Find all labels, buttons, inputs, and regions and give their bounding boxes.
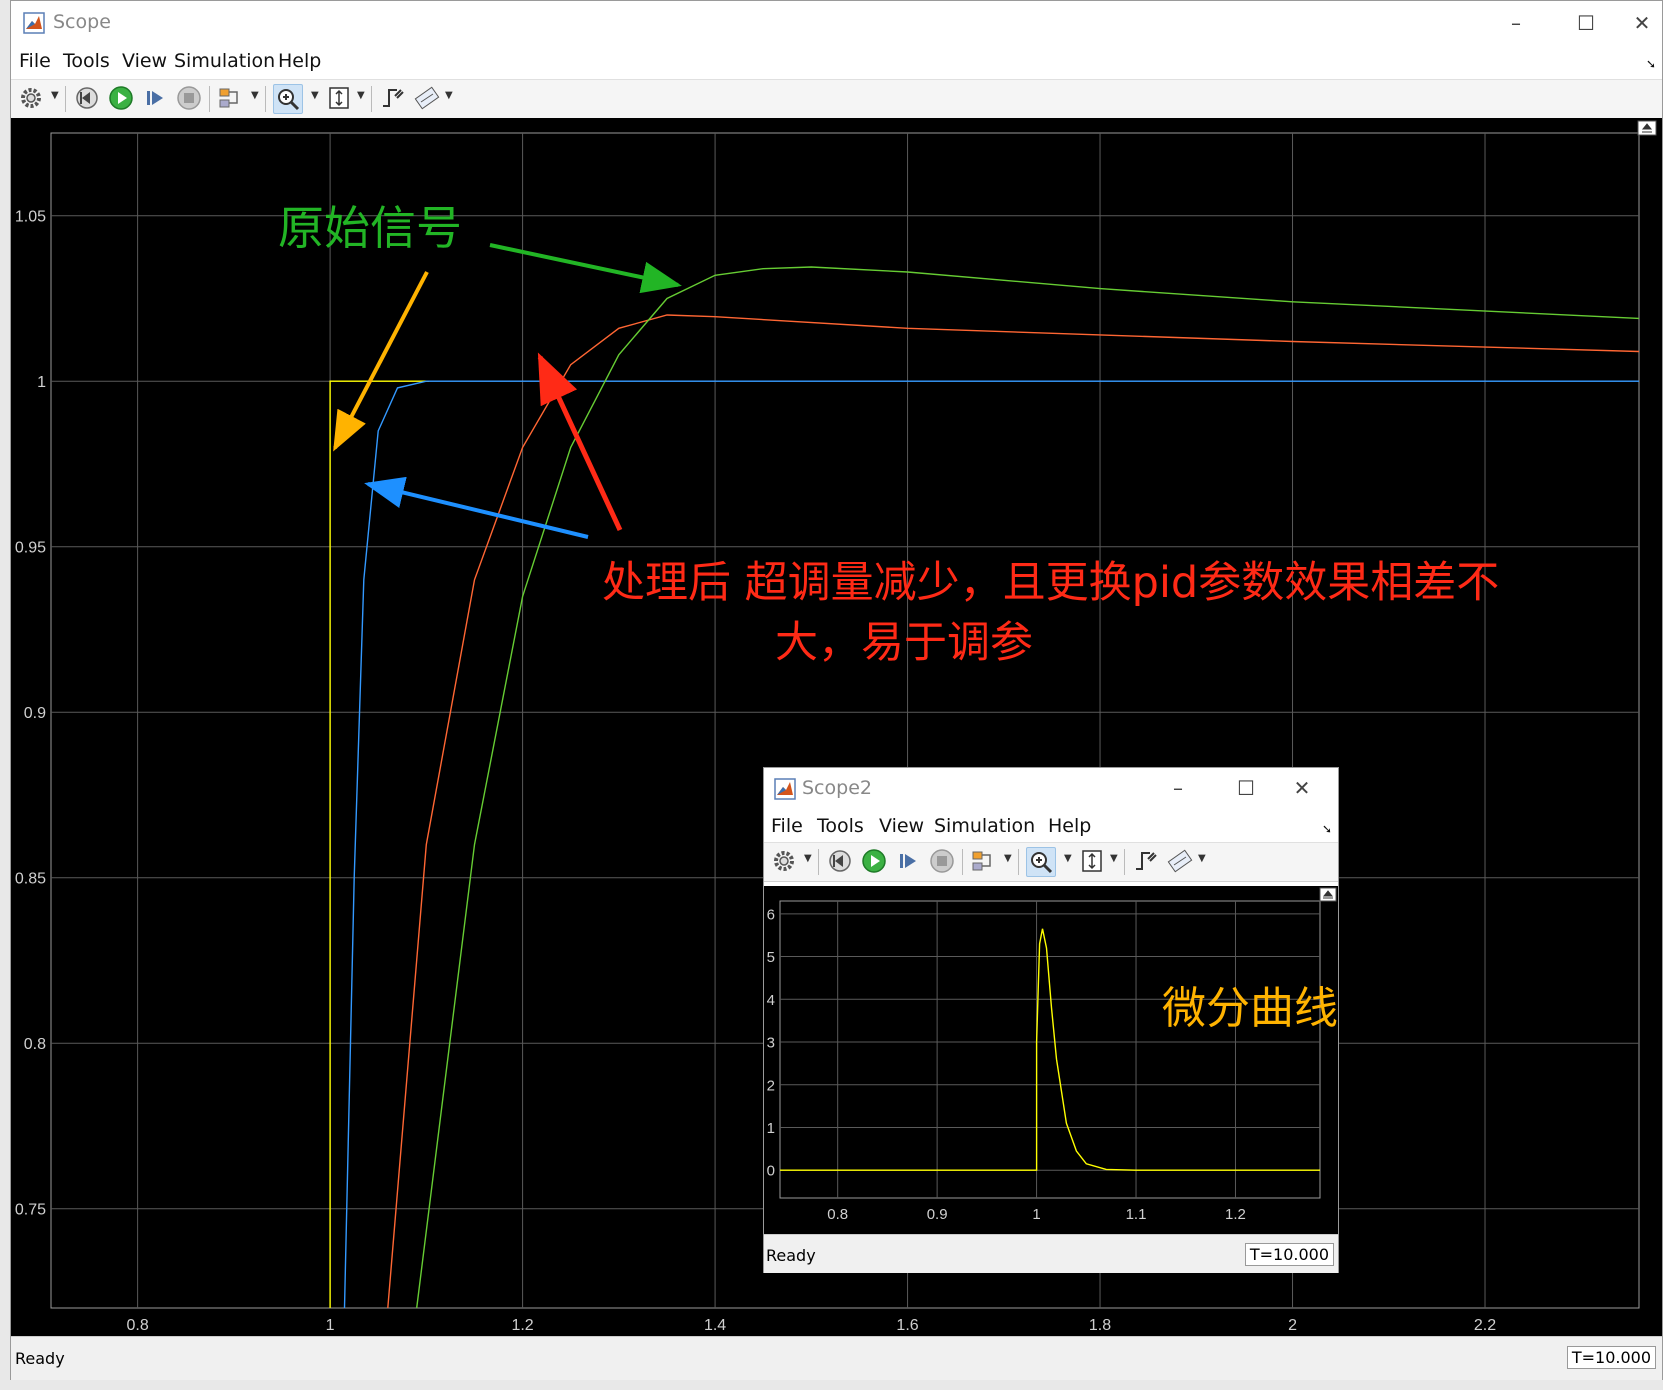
scope2-title: Scope2 bbox=[802, 777, 872, 799]
y-tick-label: 3 bbox=[767, 1035, 775, 1052]
scope2-menu-bar: File Tools View Simulation Help ➘ bbox=[764, 810, 1338, 842]
highlight-dropdown-icon[interactable]: ▼ bbox=[1004, 853, 1012, 864]
sim-time: T=10.000 bbox=[1244, 1243, 1334, 1266]
x-tick-label: 1.2 bbox=[1225, 1206, 1246, 1223]
highlight-block-icon[interactable] bbox=[970, 847, 998, 875]
trace-line-0 bbox=[780, 928, 1320, 1171]
scope2-toolbar: ▼ ▼ ▼ ▼ ▼ bbox=[764, 842, 1338, 882]
scope2-title-bar: Scope2 – ☐ ✕ bbox=[764, 768, 1338, 810]
y-tick-label: 6 bbox=[767, 906, 775, 923]
scope2-minimize-button[interactable]: – bbox=[1158, 772, 1198, 804]
triggers-icon[interactable] bbox=[1132, 847, 1160, 875]
zoom-dropdown-icon[interactable]: ▼ bbox=[1064, 853, 1072, 864]
menu-help[interactable]: Help bbox=[1048, 815, 1091, 837]
toolbar-separator bbox=[818, 849, 819, 875]
x-tick-label: 1.1 bbox=[1126, 1206, 1147, 1223]
matlab-logo-icon bbox=[774, 778, 796, 800]
blue-arrow bbox=[364, 476, 589, 539]
processed-label-line2: 大，易于调参 bbox=[775, 618, 1033, 668]
menu-view[interactable]: View bbox=[879, 815, 924, 837]
scope2-plot-panel: 0.8 0.9 1 1.1 1.2 6 5 4 3 2 1 0 bbox=[764, 886, 1338, 1234]
scope2-maximize-button[interactable]: ☐ bbox=[1226, 772, 1266, 804]
grid bbox=[779, 900, 1321, 1199]
y-tick-label: 1 bbox=[767, 1120, 775, 1137]
zoom-in-icon[interactable] bbox=[1026, 847, 1056, 877]
toolbar-separator bbox=[1018, 849, 1019, 875]
traces bbox=[780, 928, 1320, 1171]
run-icon[interactable] bbox=[860, 847, 888, 875]
x-tick-label: 0.9 bbox=[927, 1206, 948, 1223]
scope2-close-button[interactable]: ✕ bbox=[1282, 772, 1322, 804]
dock-arrow-icon[interactable]: ➘ bbox=[1322, 822, 1332, 836]
stop-icon[interactable] bbox=[928, 847, 956, 875]
toolbar-separator bbox=[1124, 849, 1125, 875]
step-back-icon[interactable] bbox=[826, 847, 854, 875]
y-tick-label: 0 bbox=[767, 1163, 775, 1180]
y-tick-label: 4 bbox=[767, 992, 775, 1009]
scope2-plot[interactable]: 0.8 0.9 1 1.1 1.2 6 5 4 3 2 1 0 bbox=[764, 886, 1338, 1234]
axis-ticks: 0.8 0.9 1 1.1 1.2 6 5 4 3 2 1 0 bbox=[767, 906, 1246, 1223]
green-arrow bbox=[489, 243, 682, 294]
x-tick-label: 0.8 bbox=[827, 1206, 848, 1223]
measurement-icon[interactable] bbox=[1166, 847, 1194, 875]
x-tick-label: 1 bbox=[1032, 1206, 1040, 1223]
autoscale-icon[interactable] bbox=[1078, 847, 1106, 875]
menu-file[interactable]: File bbox=[771, 815, 803, 837]
axes-frame bbox=[779, 900, 1321, 1199]
measurement-dropdown-icon[interactable]: ▼ bbox=[1198, 853, 1206, 864]
orange-arrow bbox=[333, 271, 429, 452]
y-tick-label: 2 bbox=[767, 1077, 775, 1094]
red-arrow bbox=[537, 352, 623, 532]
toolbar-separator bbox=[962, 849, 963, 875]
gear-icon[interactable] bbox=[770, 847, 798, 875]
autoscale-dropdown-icon[interactable]: ▼ bbox=[1110, 853, 1118, 864]
status-text: Ready bbox=[766, 1246, 816, 1265]
menu-simulation[interactable]: Simulation bbox=[934, 815, 1035, 837]
settings-dropdown-icon[interactable]: ▼ bbox=[804, 853, 812, 864]
y-tick-label: 5 bbox=[767, 949, 775, 966]
processed-label-line1: 处理后 超调量减少，且更换pid参数效果相差不 bbox=[602, 558, 1500, 608]
scope2-status-bar: Ready T=10.000 bbox=[764, 1234, 1338, 1273]
step-forward-icon[interactable] bbox=[894, 847, 922, 875]
derivative-label: 微分曲线 bbox=[1162, 983, 1338, 1034]
menu-tools[interactable]: Tools bbox=[817, 815, 864, 837]
original-signal-label: 原始信号 bbox=[278, 201, 462, 255]
